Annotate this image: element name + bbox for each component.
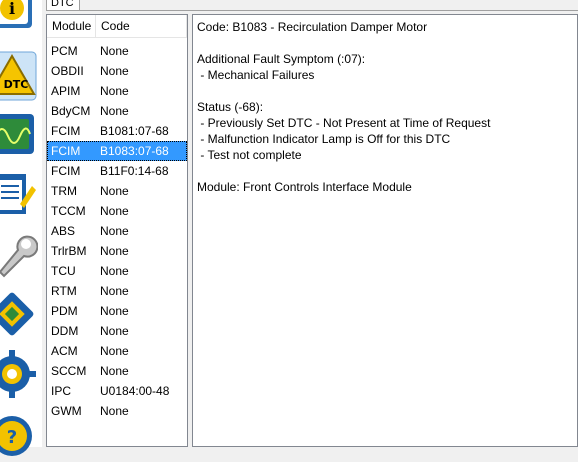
module-cell: RTM [51, 284, 77, 298]
code-cell: None [100, 364, 129, 378]
code-cell: None [100, 244, 129, 258]
module-cell: OBDII [51, 64, 84, 78]
code-cell: None [100, 404, 129, 418]
dtc-warning-icon[interactable]: DTC [0, 50, 38, 102]
module-cell: BdyCM [51, 104, 91, 118]
chip-icon[interactable] [0, 288, 38, 340]
tab-divider [46, 10, 578, 11]
module-cell: APIM [51, 84, 81, 98]
module-cell: TRM [51, 184, 77, 198]
list-item[interactable]: APIM None [47, 81, 187, 101]
module-line: Module: Front Controls Interface Module [197, 180, 412, 194]
list-item[interactable]: RTM None [47, 281, 187, 301]
module-cell: FCIM [51, 164, 81, 178]
column-header-code[interactable]: Code [96, 15, 187, 38]
code-cell: None [100, 64, 129, 78]
list-item[interactable]: PCM None [47, 41, 187, 61]
module-cell: PCM [51, 44, 78, 58]
module-cell: TCU [51, 264, 76, 278]
code-cell: B1083:07-68 [100, 144, 169, 158]
svg-text:DTC: DTC [4, 78, 29, 91]
list-item[interactable]: ACM None [47, 341, 187, 361]
module-cell: DDM [51, 324, 79, 338]
oscilloscope-icon[interactable] [0, 108, 38, 160]
module-cell: GWM [51, 404, 82, 418]
list-item[interactable]: IPC U0184:00-48 [47, 381, 187, 401]
svg-text:?: ? [7, 427, 17, 448]
dtc-code-line: Code: B1083 - Recirculation Damper Motor [197, 20, 428, 34]
list-item[interactable]: SCCM None [47, 361, 187, 381]
list-item[interactable]: OBDII None [47, 61, 187, 81]
symptom-title: Additional Fault Symptom (:07): [197, 52, 366, 66]
settings-gear-icon[interactable] [0, 348, 38, 400]
code-cell: None [100, 44, 129, 58]
code-cell: None [100, 84, 129, 98]
help-icon[interactable]: ? [0, 410, 38, 462]
code-cell: None [100, 104, 129, 118]
code-cell: None [100, 344, 129, 358]
notepad-icon[interactable] [0, 168, 38, 220]
list-item-selected[interactable]: FCIM B1083:07-68 [47, 141, 187, 161]
code-cell: U0184:00-48 [100, 384, 170, 398]
column-header-module[interactable]: Module [47, 15, 96, 38]
code-cell: None [100, 224, 129, 238]
code-cell: B1081:07-68 [100, 124, 169, 138]
module-cell: ACM [51, 344, 78, 358]
code-cell: None [100, 304, 129, 318]
status-item: - Test not complete [197, 148, 302, 162]
status-item: - Malfunction Indicator Lamp is Off for … [197, 132, 451, 146]
code-cell: None [100, 184, 129, 198]
code-cell: None [100, 284, 129, 298]
status-item: - Previously Set DTC - Not Present at Ti… [197, 116, 491, 130]
code-cell: None [100, 264, 129, 278]
list-item[interactable]: TRM None [47, 181, 187, 201]
list-item[interactable]: TCU None [47, 261, 187, 281]
list-rows: PCM None OBDII None APIM None BdyCM None FCI… [47, 41, 187, 421]
toolbar-sidebar: i DTC ? [0, 0, 42, 456]
list-header: Module Code [47, 15, 187, 39]
list-item[interactable]: GWM None [47, 401, 187, 421]
list-item[interactable]: DDM None [47, 321, 187, 341]
module-cell: TrlrBM [51, 244, 87, 258]
list-item[interactable]: ABS None [47, 221, 187, 241]
module-cell: TCCM [51, 204, 86, 218]
list-item[interactable]: BdyCM None [47, 101, 187, 121]
module-cell: FCIM [51, 144, 81, 158]
list-item[interactable]: FCIM B1081:07-68 [47, 121, 187, 141]
list-item[interactable]: FCIM B11F0:14-68 [47, 161, 187, 181]
code-cell: B11F0:14-68 [100, 164, 169, 178]
code-cell: None [100, 204, 129, 218]
module-cell: IPC [51, 384, 72, 398]
dtc-detail-pane: Code: B1083 - Recirculation Damper Motor… [192, 14, 578, 447]
list-item[interactable]: TCCM None [47, 201, 187, 221]
list-item[interactable]: TrlrBM None [47, 241, 187, 261]
symptom-item: - Mechanical Failures [197, 68, 315, 82]
module-cell: PDM [51, 304, 78, 318]
svg-text:i: i [9, 0, 15, 18]
code-cell: None [100, 324, 129, 338]
module-cell: FCIM [51, 124, 81, 138]
status-title: Status (-68): [197, 100, 264, 114]
module-cell: ABS [51, 224, 76, 238]
dtc-list[interactable]: Module Code PCM None OBDII None APIM None B… [46, 14, 188, 447]
wrench-icon[interactable] [0, 228, 38, 280]
list-item[interactable]: PDM None [47, 301, 187, 321]
module-cell: SCCM [51, 364, 87, 378]
tab-dtc[interactable]: DTC [46, 0, 80, 10]
info-icon[interactable]: i [0, 0, 38, 34]
